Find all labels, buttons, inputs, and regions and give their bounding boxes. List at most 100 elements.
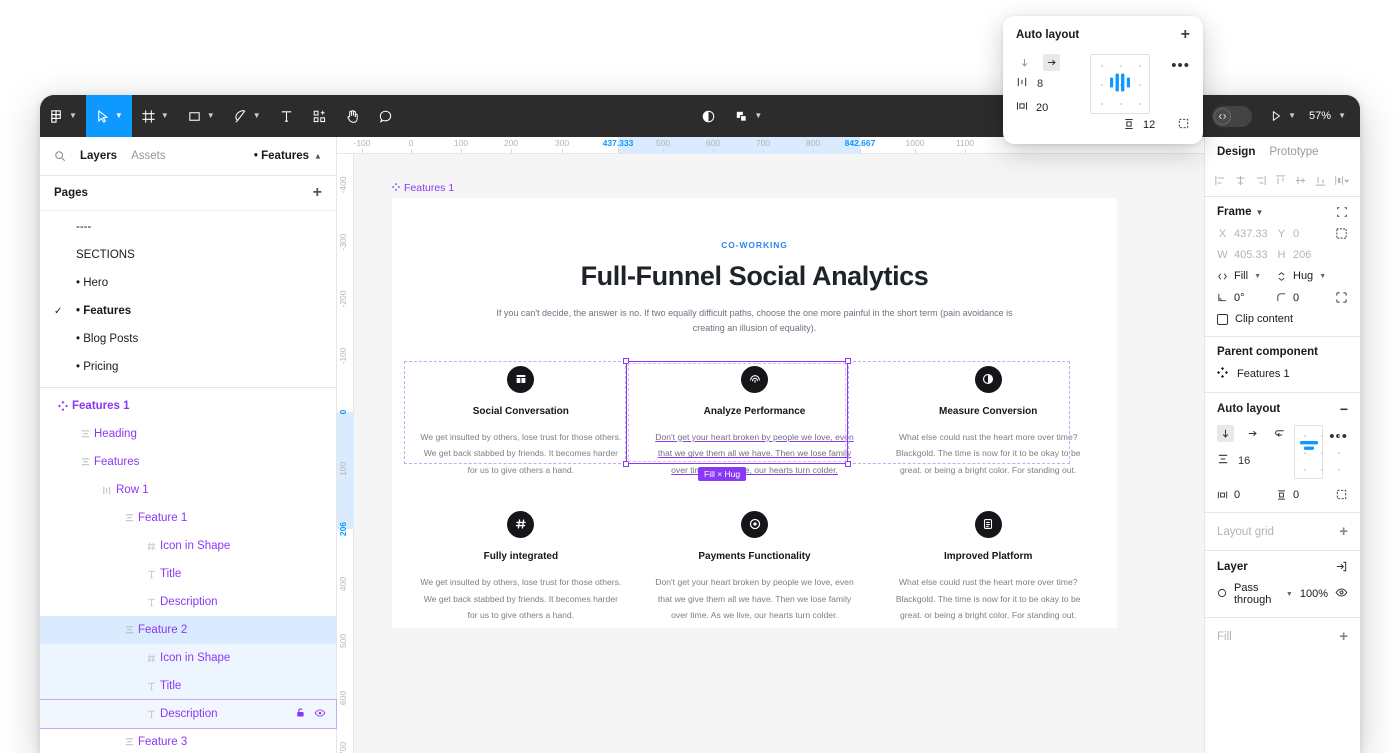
popup-padding-vertical-field[interactable]: 12	[1123, 118, 1155, 133]
align-bottom-icon[interactable]	[1314, 174, 1327, 190]
zoom-menu-button[interactable]: 57% ▼	[1303, 95, 1350, 137]
frame-resize-to-fit-button[interactable]	[1336, 206, 1348, 218]
distribute-menu-icon[interactable]	[1334, 174, 1351, 190]
direction-horizontal-button[interactable]	[1244, 425, 1261, 442]
eye-icon[interactable]	[1335, 586, 1348, 602]
frame-y-field[interactable]: Y 0	[1276, 228, 1329, 240]
pen-tool-button[interactable]: ▼	[224, 95, 270, 137]
page-item-4[interactable]: • Blog Posts	[40, 325, 336, 353]
clip-content-checkbox[interactable]: Clip content	[1217, 313, 1348, 325]
feature-card[interactable]: Payments Functionality Don't get your hea…	[638, 510, 872, 624]
frame-h-field[interactable]: H 206	[1276, 249, 1329, 261]
page-item-0[interactable]: ----	[40, 213, 336, 241]
feature-card[interactable]: Improved Platform What else could rust th…	[871, 510, 1105, 624]
layer-opacity-value[interactable]: 100%	[1300, 588, 1328, 600]
unlock-icon[interactable]	[295, 707, 306, 721]
move-tool-button[interactable]: ▼	[85, 95, 132, 137]
hand-tool-button[interactable]	[336, 95, 369, 137]
comment-tool-button[interactable]	[369, 95, 402, 137]
tab-prototype[interactable]: Prototype	[1269, 146, 1318, 158]
auto-layout-gap-field[interactable]: 16	[1217, 448, 1288, 473]
corner-radius-field[interactable]: 0	[1276, 292, 1329, 304]
canvas-area[interactable]: -100 0 100 200 300 437.333 500 600 700 800 842.667…	[337, 137, 1204, 753]
parent-component-row[interactable]: Features 1	[1217, 367, 1348, 381]
layer-row[interactable]: Icon in Shape	[40, 532, 336, 560]
page-item-3[interactable]: ✓ • Features	[40, 297, 336, 325]
feature-card[interactable]: Measure Conversion What else could rust t…	[871, 365, 1105, 479]
autolayout-v-icon	[120, 625, 138, 636]
feature-card[interactable]: Fully integrated We get insulted by other…	[404, 510, 638, 624]
popup-more-button[interactable]: •••	[1171, 54, 1190, 74]
feature-card[interactable]: Analyze Performance Don't get your heart …	[638, 365, 872, 479]
layer-row[interactable]: Title	[40, 560, 336, 588]
absolute-position-icon[interactable]	[1335, 227, 1348, 240]
add-layout-grid-button[interactable]: +	[1339, 524, 1348, 539]
align-right-icon[interactable]	[1254, 174, 1267, 190]
text-tool-button[interactable]	[270, 95, 303, 137]
direction-vertical-button[interactable]	[1217, 425, 1234, 442]
dev-mode-toggle[interactable]	[1212, 105, 1253, 127]
align-left-icon[interactable]	[1214, 174, 1227, 190]
layer-row[interactable]: Description	[40, 588, 336, 616]
page-item-2[interactable]: • Hero	[40, 269, 336, 297]
layer-row[interactable]: Features 1	[40, 392, 336, 420]
frame-name-label[interactable]: Features 1	[392, 182, 454, 194]
layer-row[interactable]: Heading	[40, 420, 336, 448]
layer-row[interactable]: Feature 2	[40, 616, 336, 644]
frame-w-field[interactable]: W 405.33	[1217, 249, 1270, 261]
frame-tool-button[interactable]: ▼	[132, 95, 178, 137]
component-tool-button[interactable]	[303, 95, 336, 137]
remove-auto-layout-button[interactable]: −	[1340, 402, 1348, 416]
tab-design[interactable]: Design	[1217, 146, 1255, 158]
add-page-button[interactable]: +	[313, 185, 322, 201]
alignment-indicator	[1298, 440, 1320, 457]
boolean-tool-button[interactable]: ▼	[725, 95, 771, 137]
popup-alignment-grid[interactable]	[1090, 54, 1150, 114]
auto-layout-alignment-grid[interactable]	[1294, 425, 1340, 479]
current-page-chip[interactable]: • Features ▼	[254, 150, 322, 162]
tab-assets[interactable]: Assets	[131, 150, 166, 162]
popup-add-button[interactable]: +	[1181, 27, 1190, 43]
add-fill-button[interactable]: +	[1339, 629, 1348, 644]
horizontal-resize-field[interactable]: Fill ▼	[1217, 270, 1270, 282]
layer-row[interactable]: Feature 3	[40, 728, 336, 753]
tab-layers[interactable]: Layers	[80, 150, 117, 162]
layer-row[interactable]: Icon in Shape	[40, 644, 336, 672]
blend-mode-value[interactable]: Pass through	[1234, 582, 1279, 606]
padding-vertical-field[interactable]: 0	[1276, 489, 1329, 501]
vertical-resize-field[interactable]: Hug ▼	[1276, 270, 1329, 282]
feature-card[interactable]: Social Conversation We get insulted by ot…	[404, 365, 638, 479]
rotation-field[interactable]: 0°	[1217, 292, 1270, 304]
mask-tool-button[interactable]	[692, 95, 725, 137]
align-horizontal-center-icon[interactable]	[1234, 174, 1247, 190]
search-icon[interactable]	[54, 150, 66, 162]
layer-row[interactable]: Row 1	[40, 476, 336, 504]
direction-wrap-button[interactable]	[1271, 425, 1288, 442]
popup-gap-field[interactable]: 8	[1016, 71, 1086, 96]
independent-corners-icon[interactable]	[1335, 291, 1348, 304]
present-button[interactable]: ▼	[1264, 95, 1301, 137]
half-circle-icon	[701, 109, 716, 124]
layer-row[interactable]: Description	[40, 699, 337, 729]
popup-padding-horizontal-field[interactable]: 20	[1016, 100, 1048, 115]
page-item-1[interactable]: SECTIONS	[40, 241, 336, 269]
chevron-down-icon[interactable]: ▼	[1256, 208, 1264, 217]
layer-row[interactable]: Feature 1	[40, 504, 336, 532]
popup-individual-padding-icon[interactable]	[1177, 117, 1190, 133]
chevron-down-icon[interactable]: ▼	[1286, 591, 1293, 598]
align-top-icon[interactable]	[1274, 174, 1287, 190]
layer-row[interactable]: Features	[40, 448, 336, 476]
align-vertical-center-icon[interactable]	[1294, 174, 1307, 190]
layer-row[interactable]: Title	[40, 672, 336, 700]
frame-x-field[interactable]: X 437.33	[1217, 228, 1270, 240]
layer-name: Feature 1	[138, 512, 188, 524]
popup-direction-horizontal-button[interactable]	[1043, 54, 1060, 71]
popup-direction-vertical-button[interactable]	[1016, 54, 1033, 71]
export-layer-button[interactable]	[1335, 560, 1348, 573]
shape-tool-button[interactable]: ▼	[178, 95, 224, 137]
page-item-5[interactable]: • Pricing	[40, 353, 336, 381]
figma-menu-button[interactable]: ▼	[40, 95, 86, 137]
padding-horizontal-field[interactable]: 0	[1217, 489, 1270, 501]
individual-padding-icon[interactable]	[1335, 488, 1348, 501]
eye-icon[interactable]	[314, 707, 326, 722]
